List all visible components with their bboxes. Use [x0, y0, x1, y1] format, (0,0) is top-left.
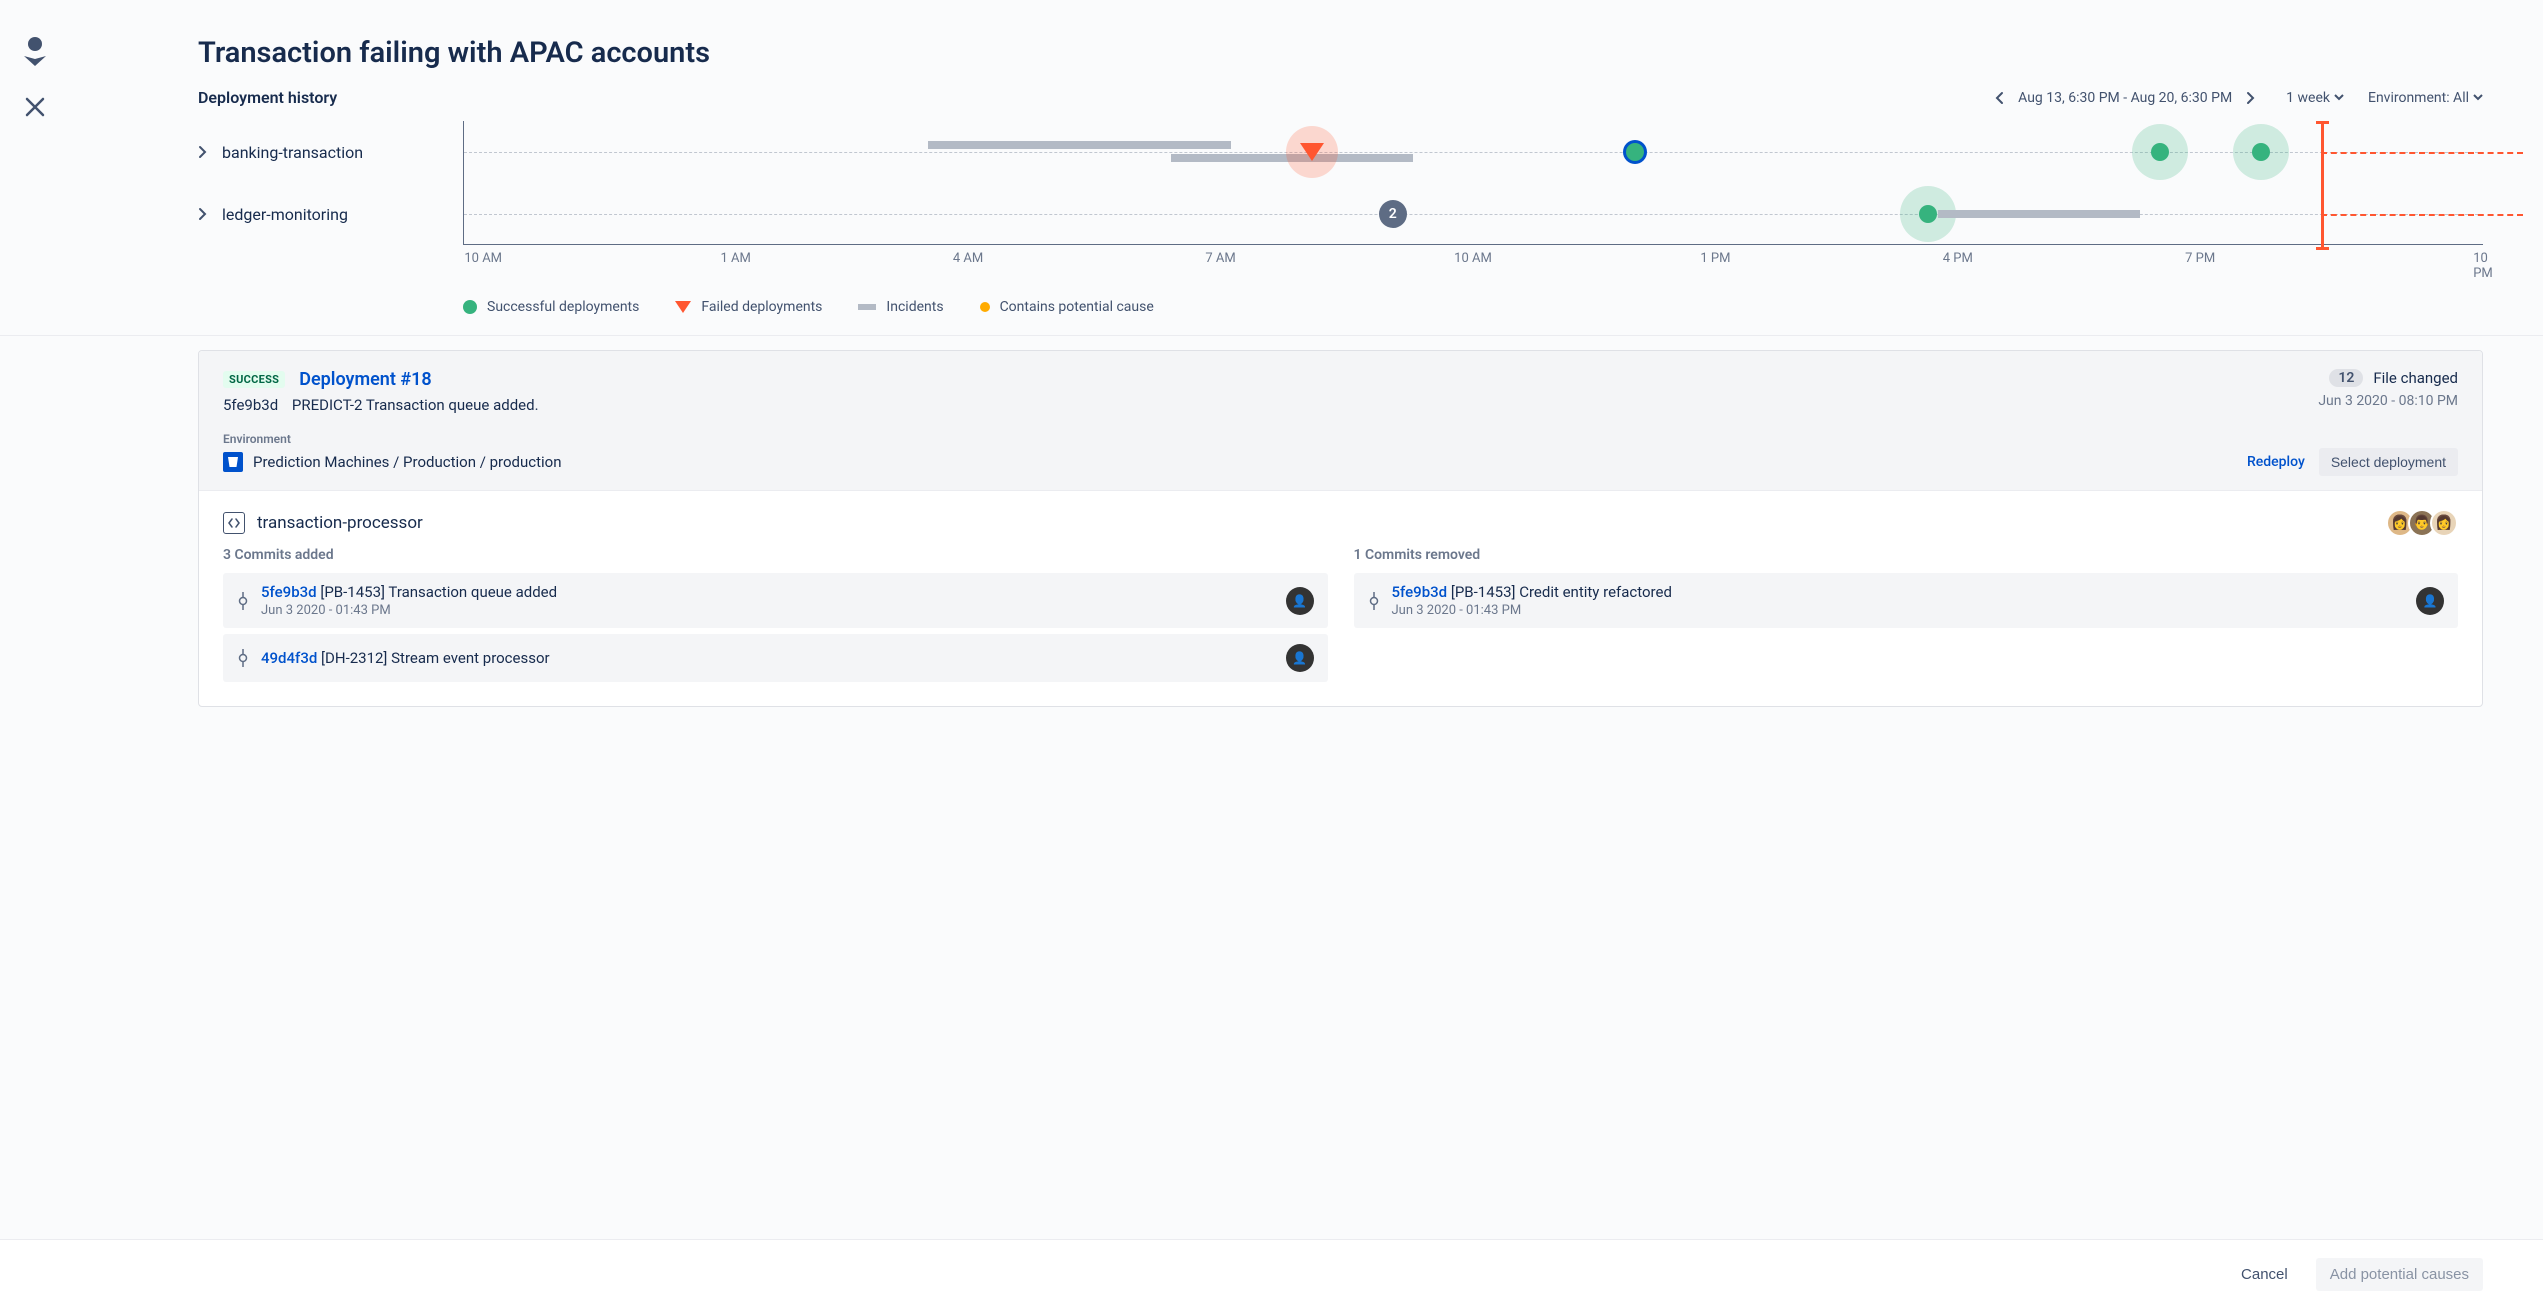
footer-bar: Cancel Add potential causes — [0, 1239, 2543, 1309]
deploy-marker[interactable] — [2252, 143, 2270, 161]
select-deployment-button[interactable]: Select deployment — [2319, 448, 2458, 476]
avatar[interactable]: 👤 — [1286, 587, 1314, 615]
timeline-legend: Successful deployments Failed deployment… — [198, 299, 2483, 315]
add-potential-causes-button[interactable]: Add potential causes — [2316, 1258, 2483, 1291]
commit-icon — [237, 649, 249, 667]
commit-hash-link[interactable]: 5fe9b3d — [1392, 583, 1448, 601]
deploy-marker[interactable] — [1919, 205, 1937, 223]
page-title: Transaction failing with APAC accounts — [198, 36, 2483, 70]
x-tick: 4 AM — [953, 251, 983, 266]
potential-cause-dot-icon — [980, 302, 990, 312]
incident-bar[interactable] — [1938, 210, 2140, 218]
files-changed-label: File changed — [2373, 369, 2458, 387]
environment-label: Environment — [223, 432, 2458, 446]
period-dropdown[interactable]: 1 week — [2286, 90, 2344, 106]
deployment-timestamp: Jun 3 2020 - 08:10 PM — [2318, 393, 2458, 409]
next-range-button[interactable] — [2240, 91, 2262, 105]
deployment-card: SUCCESS Deployment #18 5fe9b3d PREDICT-2… — [198, 350, 2483, 707]
incident-bar-icon — [858, 304, 876, 310]
date-range[interactable]: Aug 13, 6:30 PM - Aug 20, 6:30 PM — [2018, 90, 2232, 106]
commits-removed-label: 1 Commits removed — [1354, 547, 2459, 563]
avatar[interactable]: 👩 — [2430, 509, 2458, 537]
cancel-button[interactable]: Cancel — [2229, 1260, 2300, 1289]
deploy-marker[interactable] — [2151, 143, 2169, 161]
deployment-description: 5fe9b3d PREDICT-2 Transaction queue adde… — [223, 396, 2458, 414]
repo-icon — [223, 512, 245, 534]
repo-name: transaction-processor — [257, 513, 423, 533]
timeline-row-toggle[interactable]: banking-transaction — [198, 121, 463, 183]
history-title: Deployment history — [198, 88, 337, 107]
status-badge: SUCCESS — [223, 371, 285, 388]
commit-icon — [237, 592, 249, 610]
environment-path: Prediction Machines / Production / produ… — [253, 453, 562, 471]
chevron-right-icon — [198, 207, 208, 221]
bitbucket-icon — [223, 452, 243, 472]
x-tick: 4 PM — [1943, 251, 1973, 266]
left-rail — [0, 0, 70, 1309]
timeline-chart[interactable]: 2 — [463, 121, 2483, 245]
commit-hash-link[interactable]: 49d4f3d — [261, 649, 317, 667]
files-count-badge: 12 — [2329, 369, 2363, 387]
x-tick: 1 PM — [1700, 251, 1730, 266]
deployment-title-link[interactable]: Deployment #18 — [299, 369, 431, 390]
avatar[interactable]: 👤 — [2416, 587, 2444, 615]
avatar[interactable]: 👤 — [1286, 644, 1314, 672]
x-tick: 10 PM — [2473, 251, 2493, 281]
x-tick: 10 AM — [464, 251, 502, 266]
incident-bar[interactable] — [928, 141, 1231, 149]
failed-deploy-marker[interactable] — [1300, 143, 1324, 161]
section-divider — [0, 335, 2543, 336]
deploy-cluster-marker[interactable]: 2 — [1379, 200, 1407, 228]
x-tick: 7 AM — [1205, 251, 1235, 266]
success-dot-icon — [463, 300, 477, 314]
environment-dropdown[interactable]: Environment: All — [2368, 90, 2483, 106]
commit-meta: Jun 3 2020 - 01:43 PM — [261, 603, 1274, 618]
close-icon[interactable] — [24, 96, 46, 118]
x-tick: 10 AM — [1454, 251, 1492, 266]
deploy-marker-selected[interactable] — [1626, 143, 1644, 161]
contributor-avatars[interactable]: 👩 👨 👩 — [2392, 509, 2458, 537]
commit-row[interactable]: 49d4f3d [DH-2312] Stream event processor… — [223, 634, 1328, 682]
commit-row[interactable]: 5fe9b3d [PB-1453] Transaction queue adde… — [223, 573, 1328, 628]
redeploy-button[interactable]: Redeploy — [2247, 454, 2305, 470]
chevron-down-icon — [2334, 94, 2344, 102]
chevron-down-icon — [2473, 94, 2483, 102]
chevron-right-icon — [198, 145, 208, 159]
commit-icon — [1368, 592, 1380, 610]
prev-range-button[interactable] — [1988, 91, 2010, 105]
x-tick: 7 PM — [2185, 251, 2215, 266]
commit-row[interactable]: 5fe9b3d [PB-1453] Credit entity refactor… — [1354, 573, 2459, 628]
commit-meta: Jun 3 2020 - 01:43 PM — [1392, 603, 2405, 618]
timeline-row-toggle[interactable]: ledger-monitoring — [198, 183, 463, 245]
app-logo-icon — [22, 36, 48, 68]
commits-added-label: 3 Commits added — [223, 547, 1328, 563]
failed-triangle-icon — [675, 301, 691, 313]
commit-hash-link[interactable]: 5fe9b3d — [261, 583, 317, 601]
x-tick: 1 AM — [721, 251, 751, 266]
